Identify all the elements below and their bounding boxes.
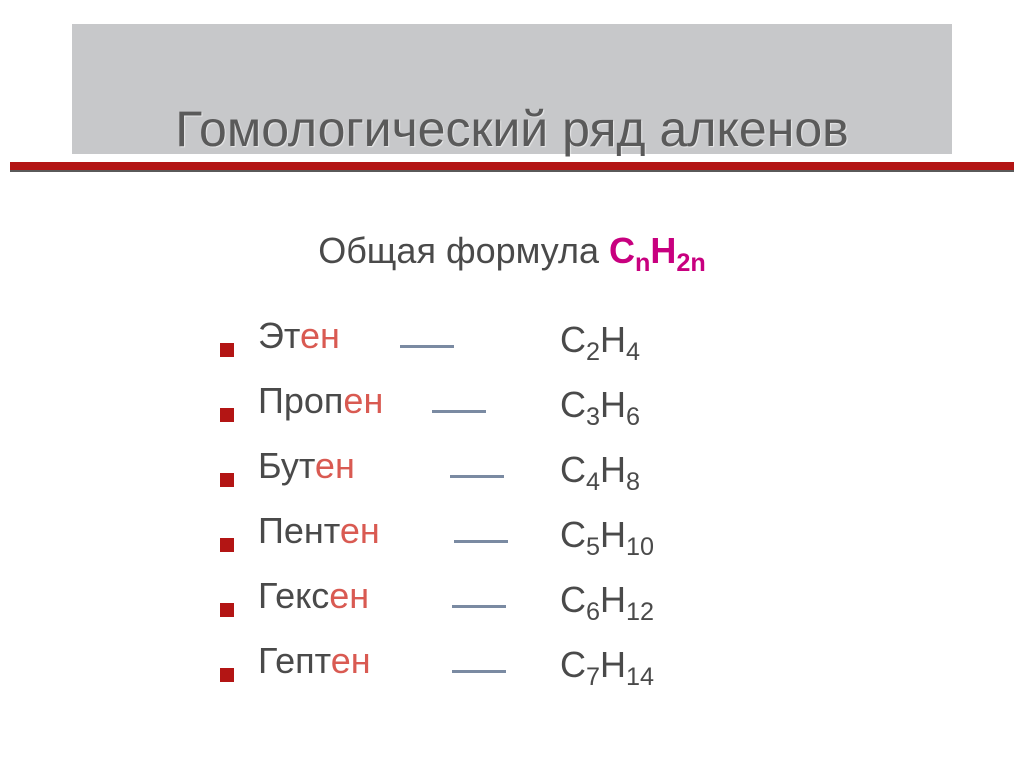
connector-line (450, 475, 504, 478)
molecular-formula: C4H8 (560, 449, 640, 491)
bullet-icon (220, 343, 234, 357)
bullet-icon (220, 408, 234, 422)
list-item: Бутен C4H8 (220, 445, 840, 510)
connector-line (454, 540, 508, 543)
name-stem: Эт (258, 315, 300, 356)
list-item: Гексен C6H12 (220, 575, 840, 640)
slide: Гомологический ряд алкенов Общая формула… (0, 0, 1024, 767)
molecular-formula: C6H12 (560, 579, 654, 621)
list-item: Гептен C7H14 (220, 640, 840, 705)
compound-name: Пентен (258, 510, 458, 552)
molecular-formula: C5H10 (560, 514, 654, 556)
name-suffix: ен (315, 445, 355, 486)
homologous-list: ЭтенC2H4ПропенC3H6БутенC4H8ПентенC5H10Ге… (220, 315, 840, 705)
general-formula: CnH2n (609, 230, 706, 271)
subtitle-prefix: Общая формула (318, 230, 609, 271)
list-item: Этен C2H4 (220, 315, 840, 380)
name-stem: Пент (258, 510, 340, 551)
compound-name: Этен (258, 315, 458, 357)
name-stem: Проп (258, 380, 343, 421)
molecular-formula: C2H4 (560, 319, 640, 361)
divider-thin (10, 170, 1014, 172)
connector-line (432, 410, 486, 413)
list-item: Пентен C5H10 (220, 510, 840, 575)
name-stem: Бут (258, 445, 315, 486)
bullet-icon (220, 603, 234, 617)
connector-line (452, 670, 506, 673)
bullet-icon (220, 473, 234, 487)
molecular-formula: C3H6 (560, 384, 640, 426)
name-stem: Гекс (258, 575, 329, 616)
name-stem: Гепт (258, 640, 331, 681)
compound-name: Гексен (258, 575, 458, 617)
name-suffix: ен (340, 510, 380, 551)
compound-name: Бутен (258, 445, 458, 487)
connector-line (400, 345, 454, 348)
name-suffix: ен (300, 315, 340, 356)
name-suffix: ен (329, 575, 369, 616)
bullet-icon (220, 538, 234, 552)
page-title: Гомологический ряд алкенов (72, 24, 952, 157)
list-item: Пропен C3H6 (220, 380, 840, 445)
connector-line (452, 605, 506, 608)
bullet-icon (220, 668, 234, 682)
divider-red (10, 162, 1014, 170)
name-suffix: ен (343, 380, 383, 421)
molecular-formula: C7H14 (560, 644, 654, 686)
name-suffix: ен (331, 640, 371, 681)
header-block: Гомологический ряд алкенов (72, 24, 952, 154)
compound-name: Гептен (258, 640, 458, 682)
general-formula-line: Общая формула CnH2n (0, 230, 1024, 272)
compound-name: Пропен (258, 380, 458, 422)
